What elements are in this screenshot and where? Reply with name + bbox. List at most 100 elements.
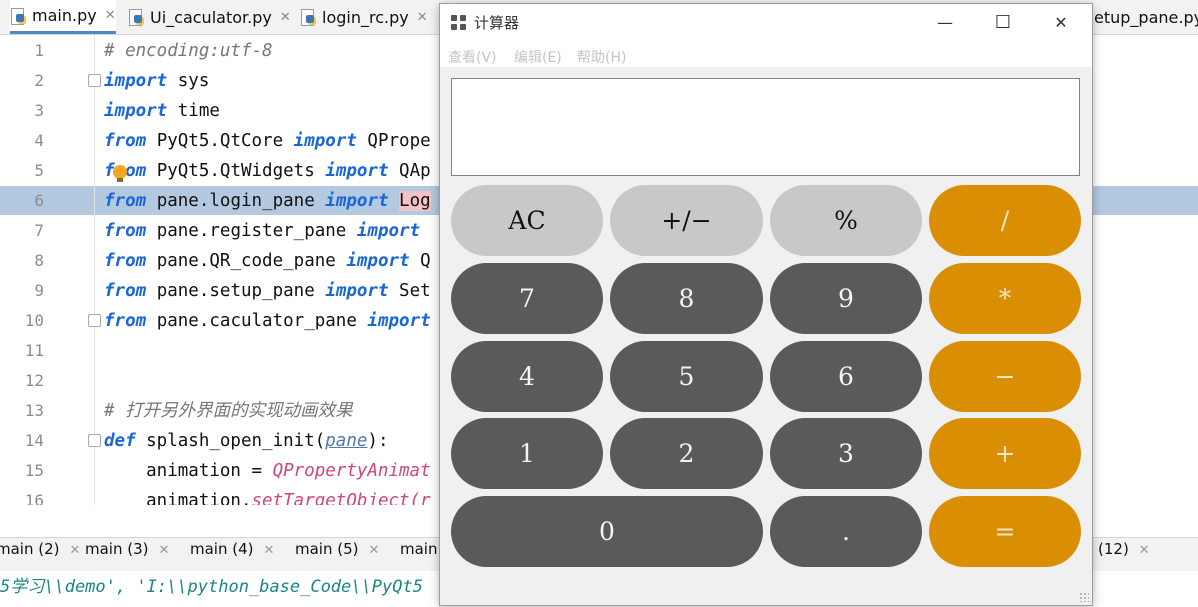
digit-7-button[interactable]: 7 (451, 263, 603, 334)
close-icon[interactable]: ✕ (417, 10, 428, 25)
code-text: PyQt5.QtWidgets (146, 161, 326, 181)
digit-8-button[interactable]: 8 (610, 263, 763, 334)
code-text: pane.register_pane (146, 221, 357, 241)
keyword: import (356, 221, 421, 241)
digit-0-button[interactable]: 0 (451, 496, 763, 567)
fold-icon[interactable] (88, 434, 101, 447)
keyword: from (104, 281, 147, 301)
maximize-button[interactable]: ☐ (974, 4, 1032, 41)
console-output: 5学习\\demo', 'I:\\python_base_Code\\PyQt5 (0, 577, 423, 597)
line-number: 14 (24, 431, 44, 450)
code-comment: # 打开另外界面的实现动画效果 (104, 401, 353, 421)
fold-icon[interactable] (88, 314, 101, 327)
line-number: 12 (24, 371, 44, 390)
code-text: Set (388, 281, 431, 301)
code-text: pane.caculator_pane (146, 311, 368, 331)
tab-setup-pane-py[interactable]: etup_pane.py (1094, 0, 1198, 34)
run-tab[interactable]: main (3) ✕ (85, 540, 169, 558)
line-number: 5 (34, 161, 44, 180)
subtract-button[interactable]: − (929, 341, 1081, 412)
code-call: setTargetObject( (251, 491, 421, 505)
line-number: 10 (24, 311, 44, 330)
code-text: pane.setup_pane (146, 281, 326, 301)
percent-button[interactable]: % (770, 185, 922, 256)
keyword: import (104, 101, 168, 121)
line-number: 8 (34, 251, 44, 270)
fold-icon[interactable] (88, 74, 101, 87)
code-comment: # encoding:utf-8 (104, 41, 273, 61)
line-number: 3 (34, 101, 44, 120)
tab-label: Ui_caculator.py (150, 7, 272, 27)
python-file-icon (128, 8, 144, 26)
digit-3-button[interactable]: 3 (770, 418, 922, 489)
line-number: 6 (34, 191, 44, 210)
close-icon[interactable]: ✕ (105, 8, 116, 23)
clear-button[interactable]: AC (451, 185, 603, 256)
digit-4-button[interactable]: 4 (451, 341, 603, 412)
divide-button[interactable]: / (929, 185, 1081, 256)
keyword: from (104, 221, 147, 241)
lightbulb-icon[interactable] (113, 165, 127, 182)
menu-edit[interactable]: 编辑(E) (514, 47, 562, 67)
code-text: animation. (104, 491, 252, 505)
python-file-icon (300, 8, 316, 26)
run-tab-label: main (3) (85, 540, 149, 558)
code-text: pane.login_pane (146, 191, 326, 211)
menu-help[interactable]: 帮助(H) (577, 47, 626, 67)
keyword: import (325, 161, 389, 181)
menu-view[interactable]: 查看(V) (448, 47, 497, 67)
digit-9-button[interactable]: 9 (770, 263, 922, 334)
run-tab-label: main (400, 540, 438, 558)
tab-login-rc-py[interactable]: login_rc.py ✕ (300, 0, 428, 34)
code-call: QPropertyAnimat (272, 461, 431, 481)
keyword: import (325, 281, 389, 301)
multiply-button[interactable]: * (929, 263, 1081, 334)
unresolved-reference: Log (399, 191, 431, 211)
keyword: import (367, 311, 431, 331)
run-tab[interactable]: main (2) ✕ (0, 540, 80, 558)
calculator-display[interactable] (451, 78, 1080, 176)
run-tab-label: main (5) (295, 540, 359, 558)
window-title: 计算器 (474, 14, 520, 32)
close-icon[interactable]: ✕ (369, 543, 380, 558)
keyword: import (293, 131, 357, 151)
keyword: from (104, 251, 147, 271)
grid-icon (451, 15, 467, 31)
close-icon[interactable]: ✕ (1139, 543, 1150, 558)
run-tab[interactable]: (12) ✕ (1098, 540, 1150, 558)
sign-toggle-button[interactable]: +/− (610, 185, 763, 256)
menu-bar: 查看(V) 编辑(E) 帮助(H) (440, 41, 1092, 67)
close-icon[interactable]: ✕ (159, 543, 170, 558)
line-number: 1 (34, 41, 44, 60)
digit-6-button[interactable]: 6 (770, 341, 922, 412)
digit-2-button[interactable]: 2 (610, 418, 763, 489)
title-bar[interactable]: 计算器 — ☐ ✕ (440, 4, 1092, 41)
keyword: from (104, 131, 147, 151)
close-button[interactable]: ✕ (1032, 4, 1090, 41)
code-text: pane.QR_code_pane (146, 251, 347, 271)
line-number: 16 (24, 491, 44, 505)
code-text: time (167, 101, 220, 121)
tab-ui-caculator-py[interactable]: Ui_caculator.py ✕ (128, 0, 291, 34)
run-tab[interactable]: main (5) ✕ (295, 540, 379, 558)
resize-grip-icon[interactable] (1079, 592, 1089, 602)
tab-label: login_rc.py (322, 7, 409, 27)
close-icon[interactable]: ✕ (264, 543, 275, 558)
equals-button[interactable]: = (929, 496, 1081, 567)
minimize-button[interactable]: — (916, 4, 974, 41)
close-icon[interactable]: ✕ (70, 543, 81, 558)
code-text: Q (409, 251, 431, 271)
run-tab[interactable]: main (400, 540, 437, 558)
run-tab[interactable]: main (4) ✕ (190, 540, 274, 558)
decimal-button[interactable]: . (770, 496, 922, 567)
line-number: 7 (34, 221, 44, 240)
tab-main-py[interactable]: main.py ✕ (10, 0, 116, 34)
digit-5-button[interactable]: 5 (610, 341, 763, 412)
close-icon[interactable]: ✕ (280, 10, 291, 25)
add-button[interactable]: + (929, 418, 1081, 489)
python-file-icon (10, 7, 26, 25)
line-number: 11 (24, 341, 44, 360)
keyword: import (346, 251, 410, 271)
digit-1-button[interactable]: 1 (451, 418, 603, 489)
keyword: from (104, 311, 147, 331)
